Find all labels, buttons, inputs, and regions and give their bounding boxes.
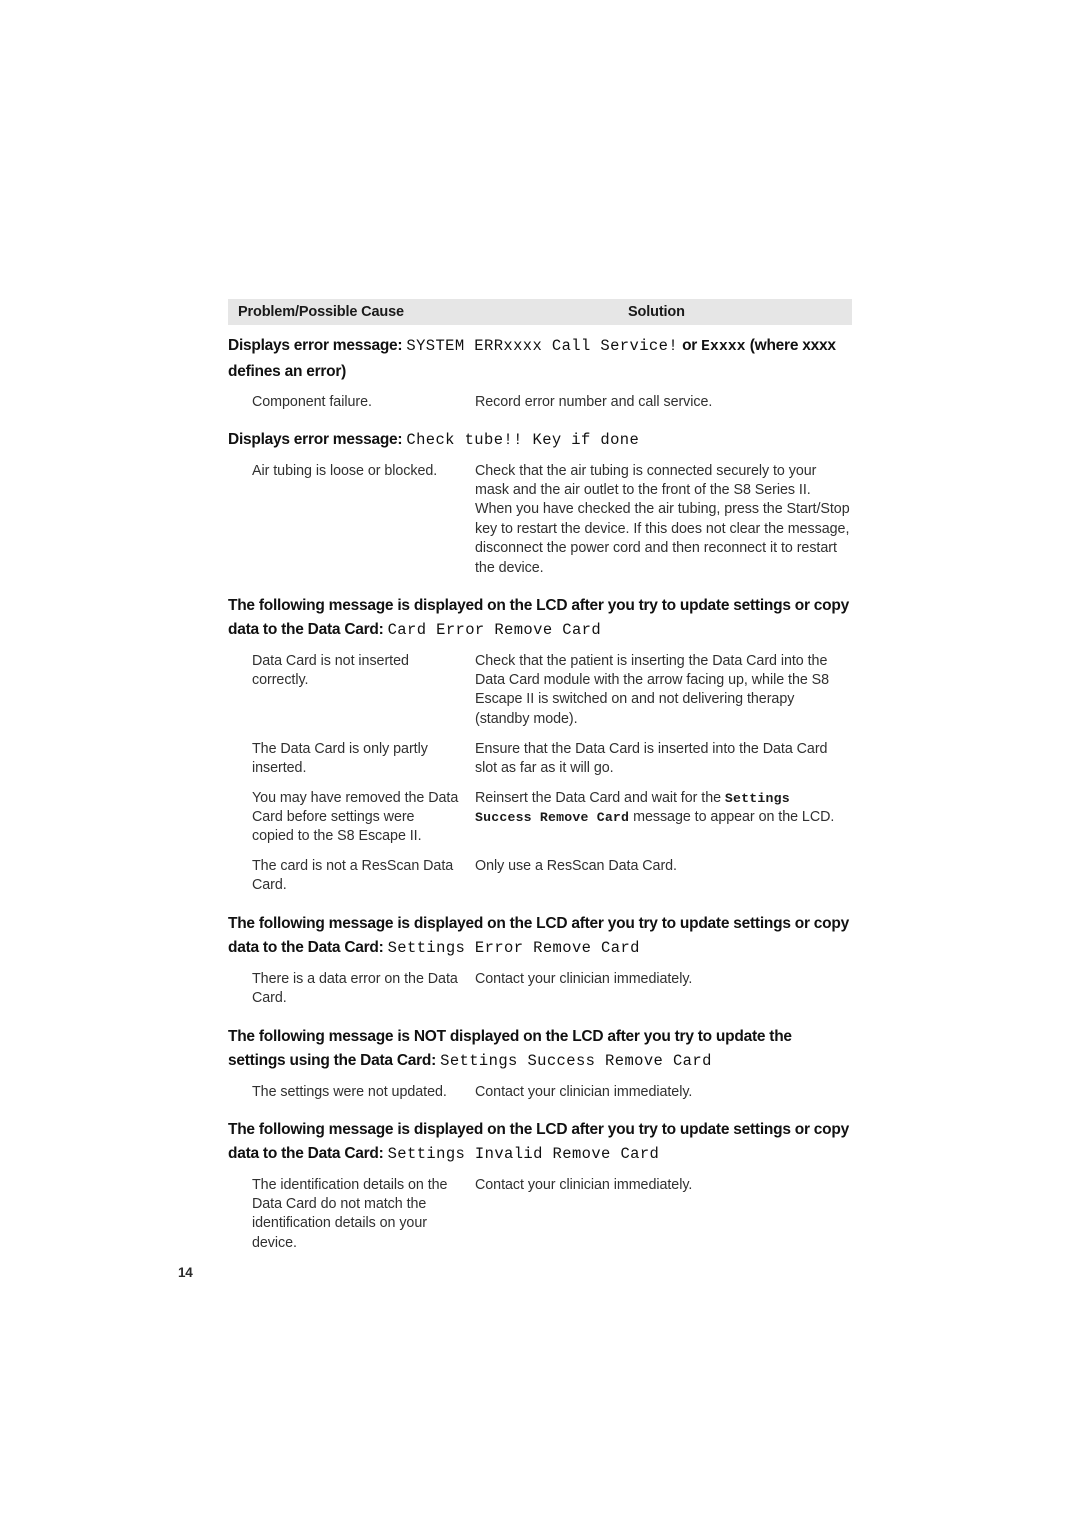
cell-solution: Contact your clinician immediately. (475, 1083, 850, 1102)
cell-problem: The identification details on the Data C… (252, 1176, 460, 1254)
table-row: Component failure. Record error number an… (228, 393, 852, 412)
lcd-message-text: SYSTEM ERRxxxx Call Service! (406, 337, 679, 355)
text-run: The card is not a ResScan Data Card. (252, 857, 454, 893)
text-run: Component failure. (252, 394, 372, 410)
lcd-message-text: Exxxx (701, 339, 746, 355)
heading-spacer (228, 643, 852, 652)
cell-problem: The card is not a ResScan Data Card. (252, 857, 460, 896)
text-run: Ensure that the Data Card is inserted in… (475, 740, 828, 776)
cell-problem: The settings were not updated. (252, 1083, 460, 1102)
cell-solution: Check that the patient is inserting the … (475, 652, 850, 730)
table-section-settings-success-remove-card: The following message is NOT displayed o… (228, 1025, 852, 1102)
heading-spacer (228, 453, 852, 462)
text-run: message to appear on the LCD. (629, 808, 835, 825)
lcd-message-text: Card Error Remove Card (387, 621, 602, 639)
table-row: The Data Card is only partly inserted. En… (228, 740, 852, 779)
text-run: The Data Card is only partly inserted. (252, 740, 428, 776)
cell-problem: There is a data error on the Data Card. (252, 970, 460, 1009)
cell-solution: Only use a ResScan Data Card. (475, 857, 850, 876)
table-sections: Displays error message: SYSTEM ERRxxxx C… (228, 334, 852, 1254)
cell-solution: Check that the air tubing is connected s… (475, 462, 850, 578)
text-run: Check that the patient is inserting the … (475, 652, 830, 727)
table-section-check-tube: Displays error message: Check tube!! Key… (228, 428, 852, 578)
table-section-card-error-remove-card: The following message is displayed on th… (228, 594, 852, 896)
row-spacer (228, 730, 852, 740)
cell-problem: You may have removed the Data Card befor… (252, 789, 460, 847)
table-row: The settings were not updated. Contact yo… (228, 1083, 852, 1102)
troubleshooting-table: Problem/Possible Cause Solution Displays… (228, 299, 852, 1254)
text-run: Only use a ResScan Data Card. (475, 857, 677, 874)
table-section-settings-error-remove-card: The following message is displayed on th… (228, 912, 852, 1009)
cell-problem: Data Card is not inserted correctly. (252, 652, 460, 691)
heading-spacer (228, 1074, 852, 1083)
text-run: Check that the air tubing is connected s… (475, 462, 850, 576)
cell-solution: Contact your clinician immediately. (475, 970, 850, 989)
text-run: Contact your clinician immediately. (475, 970, 693, 987)
text-run: The settings were not updated. (252, 1083, 447, 1100)
heading-spacer (228, 961, 852, 970)
text-run: Data Card is not inserted correctly. (252, 652, 409, 688)
heading-spacer (228, 1167, 852, 1176)
text-run: Contact your clinician immediately. (475, 1083, 693, 1100)
section-heading: Displays error message: SYSTEM ERRxxxx C… (228, 334, 852, 384)
table-row: The identification details on the Data C… (228, 1176, 852, 1254)
text-run: The identification details on the Data C… (252, 1176, 448, 1251)
row-spacer (228, 847, 852, 857)
section-heading: The following message is NOT displayed o… (228, 1025, 852, 1074)
section-heading: The following message is displayed on th… (228, 1118, 852, 1167)
cell-problem: Component failure. (252, 393, 460, 412)
cell-solution: Ensure that the Data Card is inserted in… (475, 740, 850, 779)
table-header-row: Problem/Possible Cause Solution (228, 299, 852, 325)
column-header-problem: Problem/Possible Cause (238, 304, 404, 320)
text-run: Displays error message: (228, 337, 407, 354)
section-heading: Displays error message: Check tube!! Key… (228, 428, 852, 453)
heading-spacer (228, 384, 852, 393)
table-row: Data Card is not inserted correctly. Chec… (228, 652, 852, 730)
text-run: Air tubing is loose or blocked. (252, 462, 438, 479)
page-number: 14 (178, 1265, 193, 1280)
cell-problem: Air tubing is loose or blocked. (252, 462, 460, 481)
text-run: Reinsert the Data Card and wait for the (475, 789, 725, 806)
cell-solution: Reinsert the Data Card and wait for the … (475, 789, 850, 828)
cell-problem: The Data Card is only partly inserted. (252, 740, 460, 779)
text-run: Displays error message: (228, 431, 407, 448)
table-row: There is a data error on the Data Card. C… (228, 970, 852, 1009)
lcd-message-text: Settings Success Remove Card (440, 1052, 712, 1070)
text-run: Record error number and call service. (475, 394, 713, 410)
text-run: or (678, 337, 702, 354)
lcd-message-text: Check tube!! Key if done (406, 431, 640, 449)
lcd-message-text: Settings Error Remove Card (387, 939, 640, 957)
text-run: There is a data error on the Data Card. (252, 970, 458, 1006)
text-run: Contact your clinician immediately. (475, 1176, 693, 1193)
table-row: The card is not a ResScan Data Card. Only… (228, 857, 852, 896)
cell-solution: Contact your clinician immediately. (475, 1176, 850, 1195)
table-row: Air tubing is loose or blocked. Check tha… (228, 462, 852, 578)
document-page: Problem/Possible Cause Solution Displays… (0, 0, 1080, 1528)
row-spacer (228, 779, 852, 789)
table-row: You may have removed the Data Card befor… (228, 789, 852, 847)
table-section-settings-invalid-remove-card: The following message is displayed on th… (228, 1118, 852, 1254)
section-heading: The following message is displayed on th… (228, 594, 852, 643)
table-section-system-err: Displays error message: SYSTEM ERRxxxx C… (228, 334, 852, 412)
section-heading: The following message is displayed on th… (228, 912, 852, 961)
cell-solution: Record error number and call service. (475, 393, 850, 412)
lcd-message-text: Settings Invalid Remove Card (387, 1145, 660, 1163)
column-header-solution: Solution (628, 304, 685, 320)
text-run: You may have removed the Data Card befor… (252, 789, 459, 845)
